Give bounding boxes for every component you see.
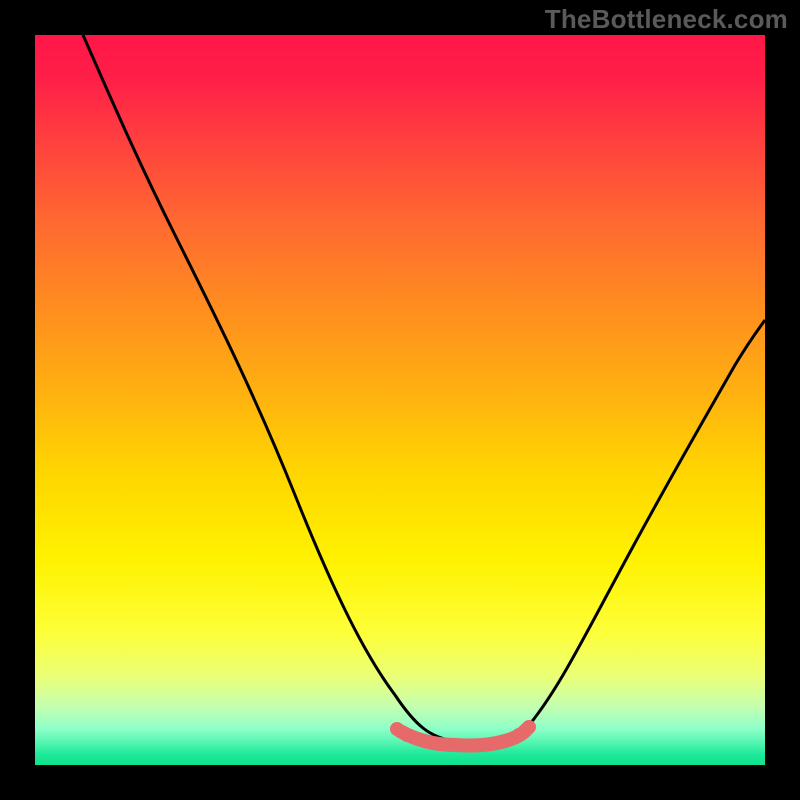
red-dot [522, 720, 536, 734]
watermark-text: TheBottleneck.com [545, 4, 788, 35]
black-curve [83, 35, 765, 743]
red-flat-segment [400, 729, 527, 746]
chart-frame: TheBottleneck.com [0, 0, 800, 800]
plot-area [35, 35, 765, 765]
red-dot [400, 728, 414, 742]
curve-layer [35, 35, 765, 765]
